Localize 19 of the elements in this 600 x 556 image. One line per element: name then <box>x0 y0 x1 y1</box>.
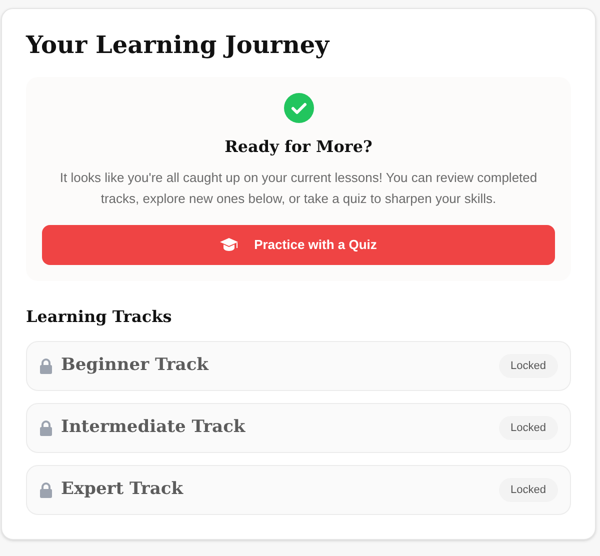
page-title: Your Learning Journey <box>26 29 331 61</box>
track-name: Intermediate Track <box>61 416 246 440</box>
summary-heading: Ready for More? <box>224 136 372 158</box>
lock-icon <box>39 420 53 436</box>
lock-icon <box>39 482 53 498</box>
status-badge: Locked <box>498 416 558 440</box>
track-item[interactable]: Expert Track Locked <box>26 465 571 515</box>
track-item[interactable]: Beginner Track Locked <box>26 341 571 391</box>
lock-icon <box>39 358 53 374</box>
check-circle-icon <box>284 93 314 123</box>
summary-message: It looks like you're all caught up on your current lessons! You can review completed tracks, explore new ones below, or take a quiz to sharpen your skills. <box>58 169 538 208</box>
status-badge: Locked <box>498 478 558 502</box>
graduation-cap-icon <box>220 238 238 252</box>
track-name: Expert Track <box>61 478 184 502</box>
status-badge: Locked <box>498 354 558 378</box>
quiz-button[interactable]: Practice with a Quiz <box>42 225 555 265</box>
track-item[interactable]: Intermediate Track Locked <box>26 403 571 453</box>
tracks-heading: Learning Tracks <box>26 306 173 328</box>
track-name: Beginner Track <box>61 354 208 378</box>
